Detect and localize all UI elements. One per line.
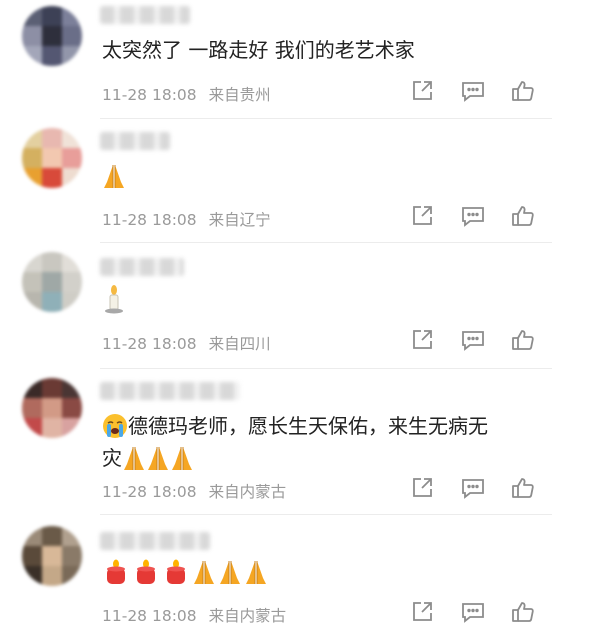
comment-icon [462, 207, 484, 227]
comment-emoji [102, 558, 268, 586]
username-blurred[interactable] [100, 532, 210, 550]
comment-icon [462, 479, 484, 499]
comment-meta: 11-28 18:08 来自四川 [102, 332, 283, 354]
comment-actions [410, 325, 560, 355]
share-icon [413, 478, 432, 497]
comment-text-line1: 德德玛老师，愿长生天保佑，来生无病无 [128, 414, 488, 438]
username-blurred[interactable] [100, 382, 240, 400]
like-icon [512, 206, 534, 226]
share-icon [413, 330, 432, 349]
comment-meta: 11-28 18:08 来自贵州 [102, 83, 283, 105]
pray-emoji-icon [124, 447, 144, 470]
share-button[interactable] [410, 325, 460, 355]
comment-date: 11-28 18:08 [102, 86, 197, 104]
like-button[interactable] [510, 597, 560, 627]
like-button[interactable] [510, 473, 560, 503]
comment-location: 来自内蒙古 [208, 483, 287, 501]
divider [100, 118, 552, 119]
divider [100, 242, 552, 243]
comment-meta: 11-28 18:08 来自内蒙古 [102, 480, 298, 502]
comment-actions [410, 76, 560, 106]
like-button[interactable] [510, 201, 560, 231]
reply-button[interactable] [460, 325, 510, 355]
avatar[interactable] [22, 128, 82, 188]
comment-location: 来自贵州 [208, 86, 271, 104]
username-blurred[interactable] [100, 132, 170, 150]
reply-button[interactable] [460, 597, 510, 627]
pray-emoji-icon [104, 165, 124, 188]
share-icon [413, 206, 432, 225]
candle-emoji-icon [105, 285, 123, 314]
comment-feed: 太突然了 一路走好 我们的老艺术家 11-28 18:08 来自贵州 11-28… [0, 0, 589, 644]
share-icon [413, 81, 432, 100]
like-icon [512, 81, 534, 101]
like-button[interactable] [510, 76, 560, 106]
avatar[interactable] [22, 526, 82, 586]
comment-date: 11-28 18:08 [102, 607, 197, 625]
like-icon [512, 478, 534, 498]
reply-button[interactable] [460, 201, 510, 231]
avatar[interactable] [22, 252, 82, 312]
divider [100, 514, 552, 515]
pray-emoji-icon [148, 447, 168, 470]
comment-location: 来自内蒙古 [208, 607, 287, 625]
like-icon [512, 330, 534, 350]
username-blurred[interactable] [100, 6, 190, 24]
pray-emoji-icon [220, 561, 240, 584]
comment-meta: 11-28 18:08 来自辽宁 [102, 208, 283, 230]
avatar[interactable] [22, 378, 82, 438]
share-icon [413, 602, 432, 621]
comment-body: 德德玛老师，愿长生天保佑，来生无病无 灾 [102, 410, 542, 474]
comment-date: 11-28 18:08 [102, 483, 197, 501]
crying-emoji-icon [103, 414, 127, 438]
share-button[interactable] [410, 473, 460, 503]
comment-date: 11-28 18:08 [102, 211, 197, 229]
comment-date: 11-28 18:08 [102, 335, 197, 353]
like-icon [512, 602, 534, 622]
comment-location: 来自四川 [208, 335, 271, 353]
like-button[interactable] [510, 325, 560, 355]
reply-button[interactable] [460, 76, 510, 106]
comment-location: 来自辽宁 [208, 211, 271, 229]
comment-actions [410, 597, 560, 627]
share-button[interactable] [410, 76, 460, 106]
share-button[interactable] [410, 597, 460, 627]
comment-emoji [102, 162, 126, 190]
comment-text: 太突然了 一路走好 我们的老艺术家 [102, 38, 415, 62]
red-candle-emoji-icon [137, 559, 155, 584]
comment-text-line2: 灾 [102, 446, 122, 470]
red-candle-emoji-icon [107, 559, 125, 584]
comment-actions [410, 473, 560, 503]
pray-emoji-icon [246, 561, 266, 584]
divider [100, 368, 552, 369]
comment-emoji [102, 284, 126, 314]
pray-emoji-icon [194, 561, 214, 584]
pray-emoji-icon [172, 447, 192, 470]
comment-meta: 11-28 18:08 来自内蒙古 [102, 604, 298, 626]
comment-icon [462, 82, 484, 102]
red-candle-emoji-icon [167, 559, 185, 584]
reply-button[interactable] [460, 473, 510, 503]
comment-icon [462, 331, 484, 351]
username-blurred[interactable] [100, 258, 184, 276]
comment-icon [462, 603, 484, 623]
comment-actions [410, 201, 560, 231]
avatar[interactable] [22, 6, 82, 66]
share-button[interactable] [410, 201, 460, 231]
